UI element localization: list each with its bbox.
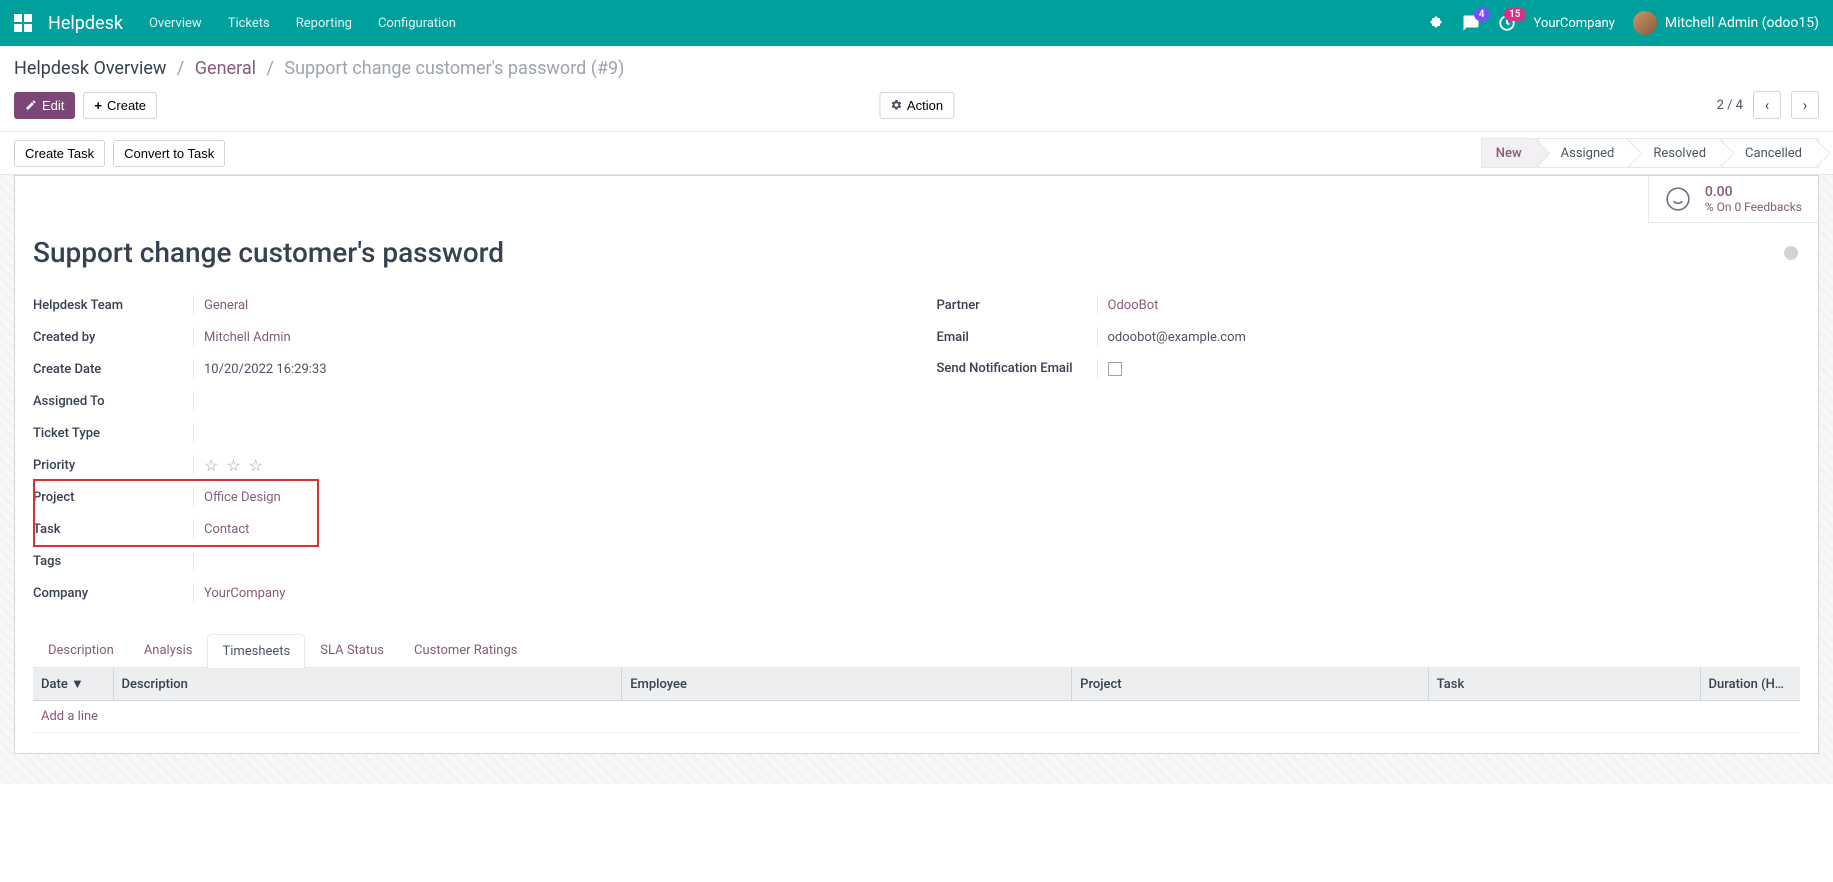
- pager-next[interactable]: ›: [1791, 91, 1819, 119]
- tab-timesheets[interactable]: Timesheets: [207, 634, 305, 668]
- value-project[interactable]: Office Design: [193, 487, 897, 507]
- convert-to-task-button[interactable]: Convert to Task: [113, 140, 225, 167]
- th-description[interactable]: Description: [113, 668, 622, 701]
- add-line-button[interactable]: Add a line: [41, 709, 98, 724]
- label-task: Task: [33, 522, 193, 537]
- avatar: [1633, 11, 1657, 35]
- pager-prev[interactable]: ‹: [1753, 91, 1781, 119]
- plus-icon: +: [94, 98, 102, 113]
- label-ticket-type: Ticket Type: [33, 426, 193, 441]
- sort-desc-icon: ▼: [71, 677, 84, 692]
- tab-analysis[interactable]: Analysis: [129, 633, 208, 667]
- value-helpdesk-team[interactable]: General: [193, 295, 897, 315]
- value-assigned-to: [193, 391, 897, 411]
- navbar: Helpdesk Overview Tickets Reporting Conf…: [0, 0, 1833, 46]
- breadcrumb-team[interactable]: General: [195, 58, 256, 79]
- user-name: Mitchell Admin (odoo15): [1665, 15, 1819, 31]
- value-task[interactable]: Contact: [193, 519, 897, 539]
- tab-sla-status[interactable]: SLA Status: [305, 633, 399, 667]
- label-create-date: Create Date: [33, 362, 193, 377]
- label-tags: Tags: [33, 554, 193, 569]
- status-step-new[interactable]: New: [1481, 138, 1539, 168]
- company-switcher[interactable]: YourCompany: [1534, 16, 1615, 31]
- status-step-assigned[interactable]: Assigned: [1539, 138, 1632, 168]
- create-button[interactable]: + Create: [83, 92, 157, 119]
- activities-icon[interactable]: 15: [1498, 14, 1516, 32]
- label-company: Company: [33, 586, 193, 601]
- value-email: odoobot@example.com: [1097, 327, 1801, 347]
- pager[interactable]: 2 / 4: [1717, 98, 1743, 113]
- value-created-by[interactable]: Mitchell Admin: [193, 327, 897, 347]
- tab-customer-ratings[interactable]: Customer Ratings: [399, 633, 533, 667]
- conversations-badge: 4: [1474, 8, 1490, 21]
- app-name[interactable]: Helpdesk: [48, 13, 123, 34]
- timesheets-table: Date ▼ Description Employee Project Task…: [33, 668, 1800, 733]
- label-helpdesk-team: Helpdesk Team: [33, 298, 193, 313]
- th-task[interactable]: Task: [1428, 668, 1700, 701]
- activities-badge: 15: [1504, 8, 1525, 21]
- nav-configuration[interactable]: Configuration: [378, 16, 456, 31]
- create-task-button[interactable]: Create Task: [14, 140, 105, 167]
- status-step-cancelled[interactable]: Cancelled: [1723, 138, 1819, 168]
- value-ticket-type: [193, 423, 897, 443]
- nav-reporting[interactable]: Reporting: [296, 16, 352, 31]
- nav-tickets[interactable]: Tickets: [228, 16, 270, 31]
- edit-button[interactable]: Edit: [14, 92, 75, 119]
- value-tags: [193, 551, 897, 571]
- th-duration[interactable]: Duration (H…: [1700, 668, 1800, 701]
- user-menu[interactable]: Mitchell Admin (odoo15): [1633, 11, 1819, 35]
- send-notification-checkbox[interactable]: [1108, 362, 1122, 376]
- record-title: Support change customer's password: [33, 236, 1800, 269]
- nav-overview[interactable]: Overview: [149, 16, 202, 31]
- form-sheet: 0.00 % On 0 Feedbacks Support change cus…: [14, 175, 1819, 754]
- action-button[interactable]: Action: [879, 92, 954, 119]
- breadcrumb-root[interactable]: Helpdesk Overview: [14, 58, 166, 79]
- value-partner[interactable]: OdooBot: [1097, 295, 1801, 315]
- label-created-by: Created by: [33, 330, 193, 345]
- value-create-date: 10/20/2022 16:29:33: [193, 359, 897, 379]
- tabs: Description Analysis Timesheets SLA Stat…: [33, 633, 1800, 668]
- breadcrumb: Helpdesk Overview / General / Support ch…: [14, 58, 1819, 79]
- gear-icon: [890, 99, 902, 111]
- pencil-icon: [25, 99, 37, 111]
- label-email: Email: [937, 330, 1097, 345]
- conversations-icon[interactable]: 4: [1462, 14, 1480, 32]
- th-project[interactable]: Project: [1072, 668, 1429, 701]
- apps-icon[interactable]: [14, 14, 32, 32]
- label-send-notification: Send Notification Email: [937, 361, 1097, 378]
- form-column-right: Partner OdooBot Email odoobot@example.co…: [937, 289, 1801, 609]
- th-employee[interactable]: Employee: [622, 668, 1072, 701]
- label-assigned-to: Assigned To: [33, 394, 193, 409]
- tab-description[interactable]: Description: [33, 633, 129, 667]
- label-project: Project: [33, 490, 193, 505]
- value-company[interactable]: YourCompany: [193, 583, 897, 603]
- status-steps: New Assigned Resolved Cancelled: [1481, 138, 1819, 168]
- form-column-left: Helpdesk Team General Created by Mitchel…: [33, 289, 897, 609]
- breadcrumb-current: Support change customer's password (#9): [284, 58, 624, 79]
- th-date[interactable]: Date ▼: [33, 668, 113, 701]
- label-partner: Partner: [937, 298, 1097, 313]
- priority-stars[interactable]: ☆ ☆ ☆: [204, 456, 265, 475]
- status-step-resolved[interactable]: Resolved: [1631, 138, 1723, 168]
- debug-icon[interactable]: [1428, 15, 1444, 31]
- label-priority: Priority: [33, 458, 193, 473]
